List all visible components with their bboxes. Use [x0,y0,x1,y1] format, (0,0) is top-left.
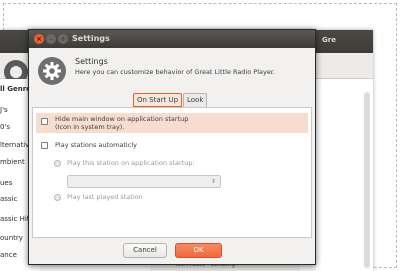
genre-item[interactable]: 0's [0,123,10,131]
dialog-title: Settings [72,34,110,43]
settings-dialog: × – + Settings Settings Here you can cus… [28,29,316,265]
minimize-icon[interactable]: – [46,34,56,44]
play-this-station-radio[interactable] [54,160,61,167]
genre-item[interactable]: assic [0,195,17,203]
gear-icon [38,57,66,85]
chevron-updown-icon: ⬍ [210,178,216,185]
hide-main-window-checkbox[interactable] [41,118,48,125]
genre-item[interactable]: assic Hit [0,215,30,223]
tab-panel-on-start-up: Hide main window on application startup … [32,107,312,238]
settings-header-title: Settings [75,57,108,66]
station-list-scrollbar[interactable] [364,92,370,268]
genre-item[interactable]: ance [0,251,17,259]
main-window-title: Gre [322,36,336,44]
play-automatically-checkbox[interactable] [41,142,48,149]
tab-on-start-up[interactable]: On Start Up [133,93,183,107]
play-last-played-radio[interactable] [54,194,61,201]
dialog-titlebar: × – + Settings [29,30,315,48]
cancel-button[interactable]: Cancel [123,243,167,258]
genre-item[interactable]: ll Genre [0,85,31,93]
close-icon[interactable]: × [34,34,44,44]
play-this-station-label: Play this station on application startup… [67,159,195,167]
tab-look[interactable]: Look [183,93,208,107]
genre-item[interactable]: mbient [0,158,25,166]
play-last-played-label: Play last played station [67,193,143,201]
settings-header-subtitle: Here you can customize behavior of Great… [75,68,275,76]
hide-main-window-sublabel: (Icon in system tray). [55,123,125,131]
genre-item[interactable]: J's [0,106,8,114]
maximize-icon[interactable]: + [58,34,68,44]
hide-main-window-label: Hide main window on application startup [55,115,189,123]
station-select[interactable]: ⬍ [67,175,221,188]
play-automatically-label: Play stations automaticly [55,141,137,149]
genre-item[interactable]: ues [0,179,12,187]
genre-item[interactable]: ountry [0,234,23,242]
ok-button[interactable]: OK [175,243,222,258]
